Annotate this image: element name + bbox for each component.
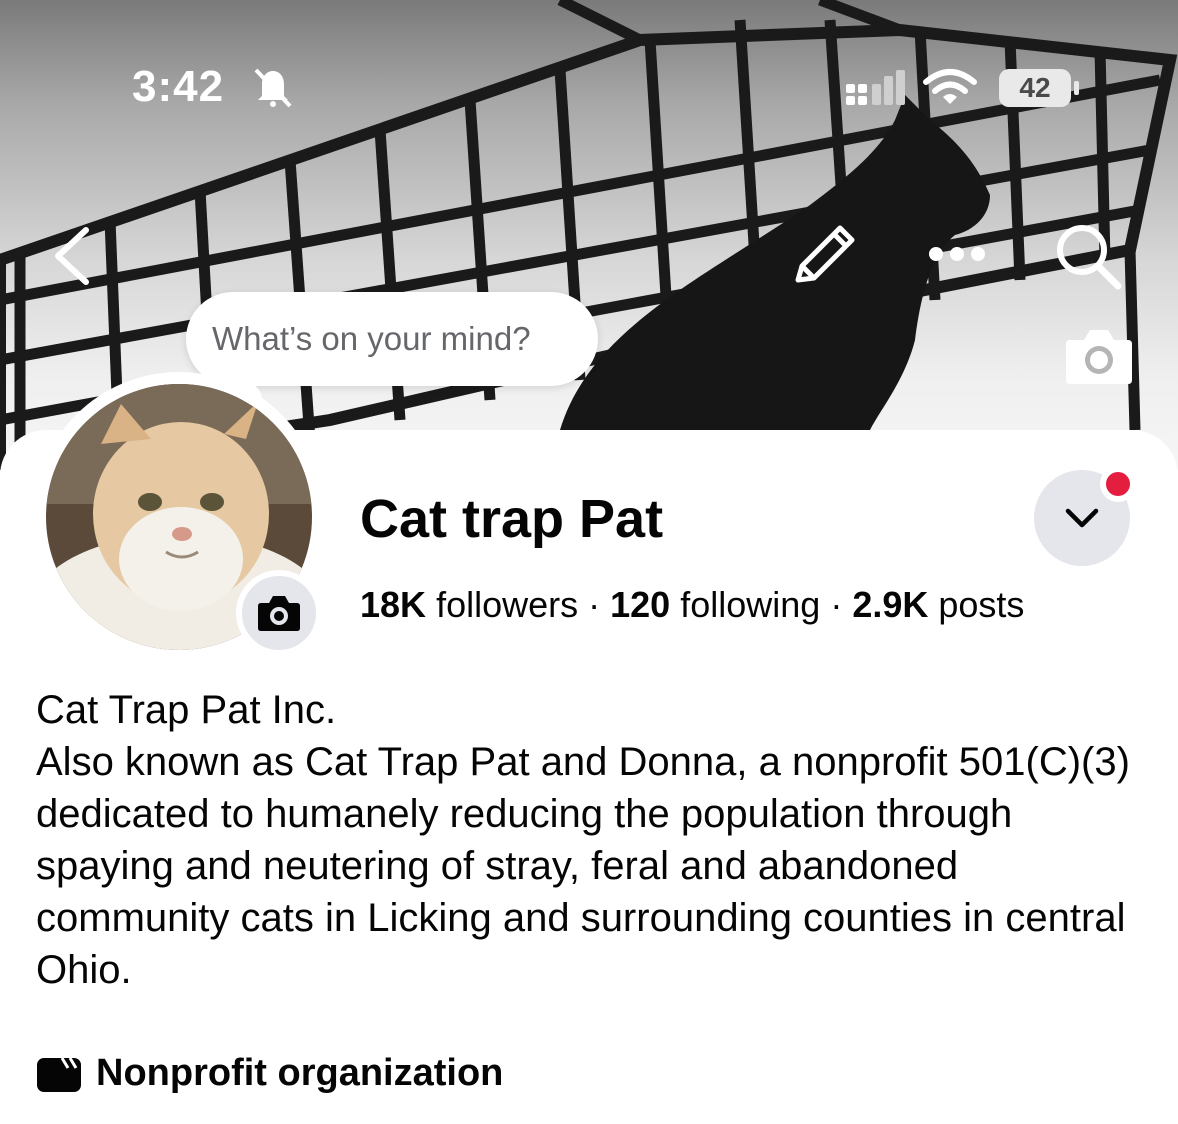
camera-icon[interactable] [1064, 324, 1134, 386]
profile-name: Cat trap Pat [360, 489, 664, 549]
bio-line-2: Also known as Cat Trap Pat and Donna, a … [36, 740, 1130, 992]
following-label[interactable]: following [680, 584, 820, 625]
status-composer[interactable]: What’s on your mind? [186, 292, 598, 386]
followers-label[interactable]: followers [436, 584, 578, 625]
battery-icon: 42 [998, 68, 1082, 108]
followers-count[interactable]: 18K [360, 584, 426, 625]
search-icon[interactable] [1050, 220, 1126, 292]
clapperboard-icon [37, 1056, 81, 1092]
category-label: Nonprofit organization [96, 1052, 504, 1094]
bio-line-1: Cat Trap Pat Inc. [36, 688, 337, 732]
chevron-down-icon [1065, 508, 1099, 528]
avatar-camera-button[interactable] [236, 570, 322, 656]
composer-placeholder: What’s on your mind? [212, 320, 531, 357]
edit-icon[interactable] [790, 222, 860, 288]
signal-icon [842, 70, 908, 108]
separator: · [588, 584, 601, 625]
wifi-icon [922, 66, 978, 108]
profile-bio: Cat Trap Pat Inc. Also known as Cat Trap… [36, 684, 1146, 996]
following-count[interactable]: 120 [610, 584, 670, 625]
notification-dot [1100, 466, 1136, 502]
more-icon[interactable] [924, 232, 990, 276]
status-time: 3:42 [132, 62, 225, 111]
profile-category: Nonprofit organization [36, 1052, 503, 1095]
bell-muted-icon [250, 66, 296, 108]
battery-level: 42 [1019, 72, 1051, 103]
back-icon[interactable] [48, 226, 96, 286]
camera-icon [258, 596, 300, 631]
profile-stats: 18K followers · 120 following · 2.9K posts [360, 584, 1024, 626]
posts-label: posts [938, 584, 1025, 625]
separator: · [830, 584, 843, 625]
posts-count: 2.9K [852, 584, 929, 625]
